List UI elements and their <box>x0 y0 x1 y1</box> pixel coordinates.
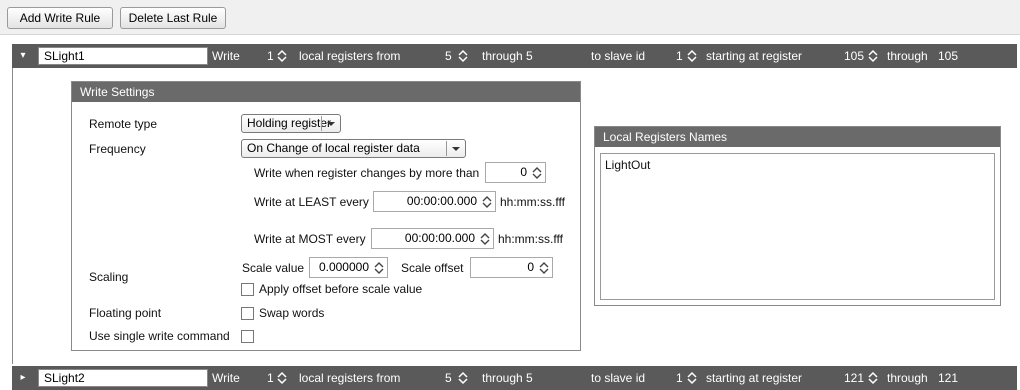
through-local-label: through 5 <box>482 371 533 385</box>
frequency-value: On Change of local register data <box>247 141 420 155</box>
swap-words-checkbox[interactable] <box>241 307 254 320</box>
slave-id-spinner-icon[interactable] <box>687 371 697 385</box>
write-label: Write <box>212 49 240 63</box>
slave-id-label: to slave id <box>591 49 646 63</box>
toolbar: Add Write Rule Delete Last Rule <box>0 0 1020 35</box>
single-write-checkbox[interactable] <box>241 330 254 343</box>
from-spinner-icon[interactable] <box>458 371 468 385</box>
swap-words-label: Swap words <box>259 306 325 320</box>
rule-row: ▾ SLight1 Write 1 local registers from 5… <box>12 44 1017 68</box>
change-threshold-stepper[interactable]: 0 <box>485 162 546 183</box>
stepper-arrows-icon[interactable] <box>482 195 492 209</box>
slave-id-spinner-icon[interactable] <box>687 49 697 63</box>
local-registers-label: local registers from <box>299 371 401 385</box>
scale-offset-label: Scale offset <box>401 261 464 275</box>
chevron-down-icon <box>446 141 465 156</box>
write-least-unit: hh:mm:ss.fff <box>500 195 565 209</box>
apply-offset-label: Apply offset before scale value <box>259 282 423 296</box>
remote-type-value: Holding register <box>247 116 332 130</box>
write-most-value: 00:00:00.000 <box>404 231 475 245</box>
write-label: Write <box>212 371 240 385</box>
count-spinner-icon[interactable] <box>277 371 287 385</box>
start-register-value[interactable]: 105 <box>844 49 864 63</box>
write-least-value: 00:00:00.000 <box>406 194 477 208</box>
local-registers-label: local registers from <box>299 49 401 63</box>
write-most-label: Write at MOST every <box>254 232 366 246</box>
rule-name-field[interactable]: SLight2 <box>38 369 208 387</box>
rule-expander-line <box>12 68 13 364</box>
change-threshold-value: 0 <box>520 165 527 179</box>
from-value[interactable]: 5 <box>445 49 452 63</box>
remote-type-select[interactable]: Holding register <box>241 114 341 133</box>
start-register-spinner-icon[interactable] <box>868 49 878 63</box>
local-registers-title: Local Registers Names <box>595 127 1000 147</box>
end-register-value: 105 <box>938 49 959 63</box>
scale-value-label: Scale value <box>242 261 305 275</box>
rule-row: ▸ SLight2 Write 1 local registers from 5… <box>12 366 1017 390</box>
write-least-stepper[interactable]: 00:00:00.000 <box>373 191 496 212</box>
from-value[interactable]: 5 <box>445 371 452 385</box>
write-least-label: Write at LEAST every <box>254 195 369 209</box>
write-most-unit: hh:mm:ss.fff <box>498 232 563 246</box>
start-register-value[interactable]: 121 <box>844 371 864 385</box>
from-spinner-icon[interactable] <box>458 49 468 63</box>
slave-id-value[interactable]: 1 <box>676 49 683 63</box>
start-register-spinner-icon[interactable] <box>868 371 878 385</box>
starting-register-label: starting at register <box>706 371 803 385</box>
write-settings-title: Write Settings <box>72 82 580 102</box>
end-register-value: 121 <box>938 371 959 385</box>
scale-offset-stepper[interactable]: 0 <box>470 257 553 278</box>
delete-last-rule-button[interactable]: Delete Last Rule <box>120 7 226 29</box>
collapse-icon[interactable]: ▾ <box>16 49 30 63</box>
local-registers-panel: Local Registers Names LightOut <box>594 126 1001 306</box>
count-spinner-icon[interactable] <box>277 49 287 63</box>
count-value[interactable]: 1 <box>267 371 274 385</box>
rule-name-field[interactable]: SLight1 <box>38 47 208 65</box>
expand-icon[interactable]: ▸ <box>16 371 30 385</box>
through-remote-label: through <box>887 371 928 385</box>
stepper-arrows-icon[interactable] <box>374 261 384 275</box>
scale-value-stepper[interactable]: 0.000000 <box>309 257 388 278</box>
count-value[interactable]: 1 <box>267 49 274 63</box>
through-local-label: through 5 <box>482 49 533 63</box>
frequency-select[interactable]: On Change of local register data <box>241 139 466 158</box>
write-settings-panel: Write Settings Remote type Holding regis… <box>71 81 581 351</box>
floating-point-label: Floating point <box>89 306 162 320</box>
chevron-down-icon <box>321 116 340 131</box>
scale-offset-value: 0 <box>527 260 534 274</box>
scaling-label: Scaling <box>89 270 129 284</box>
slave-id-value[interactable]: 1 <box>676 371 683 385</box>
add-write-rule-button[interactable]: Add Write Rule <box>7 7 113 29</box>
change-threshold-label: Write when register changes by more than <box>254 166 480 180</box>
through-remote-label: through <box>887 49 928 63</box>
stepper-arrows-icon[interactable] <box>539 261 549 275</box>
write-most-stepper[interactable]: 00:00:00.000 <box>371 228 494 249</box>
frequency-label: Frequency <box>89 142 146 156</box>
stepper-arrows-icon[interactable] <box>480 232 490 246</box>
starting-register-label: starting at register <box>706 49 803 63</box>
local-registers-list[interactable]: LightOut <box>600 153 995 300</box>
scale-value-value: 0.000000 <box>318 260 369 274</box>
stepper-arrows-icon[interactable] <box>532 166 542 180</box>
slave-id-label: to slave id <box>591 371 646 385</box>
list-item[interactable]: LightOut <box>605 158 650 172</box>
single-write-label: Use single write command <box>89 329 230 343</box>
remote-type-label: Remote type <box>89 117 158 131</box>
apply-offset-checkbox[interactable] <box>241 283 254 296</box>
